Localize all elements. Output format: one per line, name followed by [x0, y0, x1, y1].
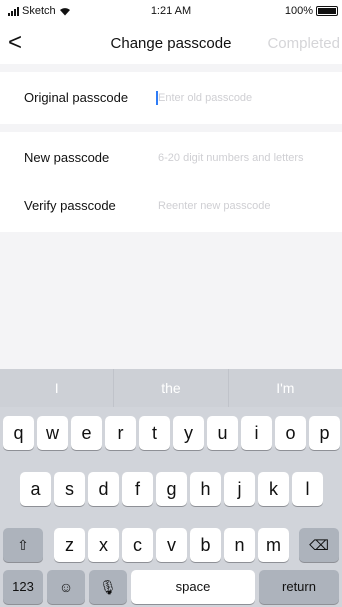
key-x[interactable]: x [88, 528, 119, 562]
shift-key[interactable]: ⇧ [3, 528, 43, 562]
key-q[interactable]: q [3, 416, 34, 450]
key-k[interactable]: k [258, 472, 289, 506]
emoji-icon: ☺ [58, 579, 74, 595]
text-cursor [156, 91, 158, 105]
key-w[interactable]: w [37, 416, 68, 450]
emoji-key[interactable]: ☺ [47, 570, 85, 604]
key-z[interactable]: z [54, 528, 85, 562]
suggestion-item[interactable]: the [114, 369, 229, 407]
verify-passcode-input[interactable] [158, 180, 342, 232]
key-v[interactable]: v [156, 528, 187, 562]
key-n[interactable]: n [224, 528, 255, 562]
suggestion-item[interactable]: I'm [229, 369, 342, 407]
battery-status: 100% [285, 5, 338, 17]
keyboard: I the I'm q w e r t y u i o p a s d f g … [0, 369, 342, 607]
key-c[interactable]: c [122, 528, 153, 562]
key-d[interactable]: d [88, 472, 119, 506]
key-e[interactable]: e [71, 416, 102, 450]
new-passcode-label: New passcode [24, 150, 110, 165]
original-passcode-label: Original passcode [24, 90, 129, 105]
key-o[interactable]: o [275, 416, 306, 450]
key-l[interactable]: l [292, 472, 323, 506]
key-u[interactable]: u [207, 416, 238, 450]
key-m[interactable]: m [258, 528, 289, 562]
navigation-bar: < Change passcode Completed [0, 22, 342, 64]
key-s[interactable]: s [54, 472, 85, 506]
verify-passcode-label: Verify passcode [24, 198, 116, 213]
backspace-icon: ⌫ [309, 537, 329, 553]
new-passcode-row: New passcode [0, 132, 342, 184]
key-y[interactable]: y [173, 416, 204, 450]
space-key[interactable]: space [131, 570, 255, 604]
key-i[interactable]: i [241, 416, 272, 450]
battery-percent: 100% [284, 5, 313, 17]
key-h[interactable]: h [190, 472, 221, 506]
key-f[interactable]: f [122, 472, 153, 506]
completed-button[interactable]: Completed [267, 35, 340, 52]
status-bar: Sketch 1:21 AM 100% [0, 0, 342, 22]
key-r[interactable]: r [105, 416, 136, 450]
key-g[interactable]: g [156, 472, 187, 506]
numbers-key[interactable]: 123 [3, 570, 43, 604]
battery-icon [316, 6, 338, 16]
suggestion-bar: I the I'm [0, 369, 342, 407]
microphone-icon: 🎙 [99, 579, 117, 595]
suggestion-item[interactable]: I [0, 369, 115, 407]
backspace-key[interactable]: ⌫ [299, 528, 339, 562]
new-passcode-input[interactable] [158, 132, 342, 184]
key-t[interactable]: t [139, 416, 170, 450]
key-p[interactable]: p [309, 416, 340, 450]
key-j[interactable]: j [224, 472, 255, 506]
original-passcode-input[interactable] [158, 72, 342, 124]
original-passcode-row: Original passcode [0, 72, 342, 124]
key-a[interactable]: a [20, 472, 51, 506]
microphone-key[interactable]: 🎙 [89, 570, 127, 604]
verify-passcode-row: Verify passcode [0, 180, 342, 232]
return-key[interactable]: return [259, 570, 339, 604]
shift-icon: ⇧ [17, 537, 29, 553]
key-b[interactable]: b [190, 528, 221, 562]
